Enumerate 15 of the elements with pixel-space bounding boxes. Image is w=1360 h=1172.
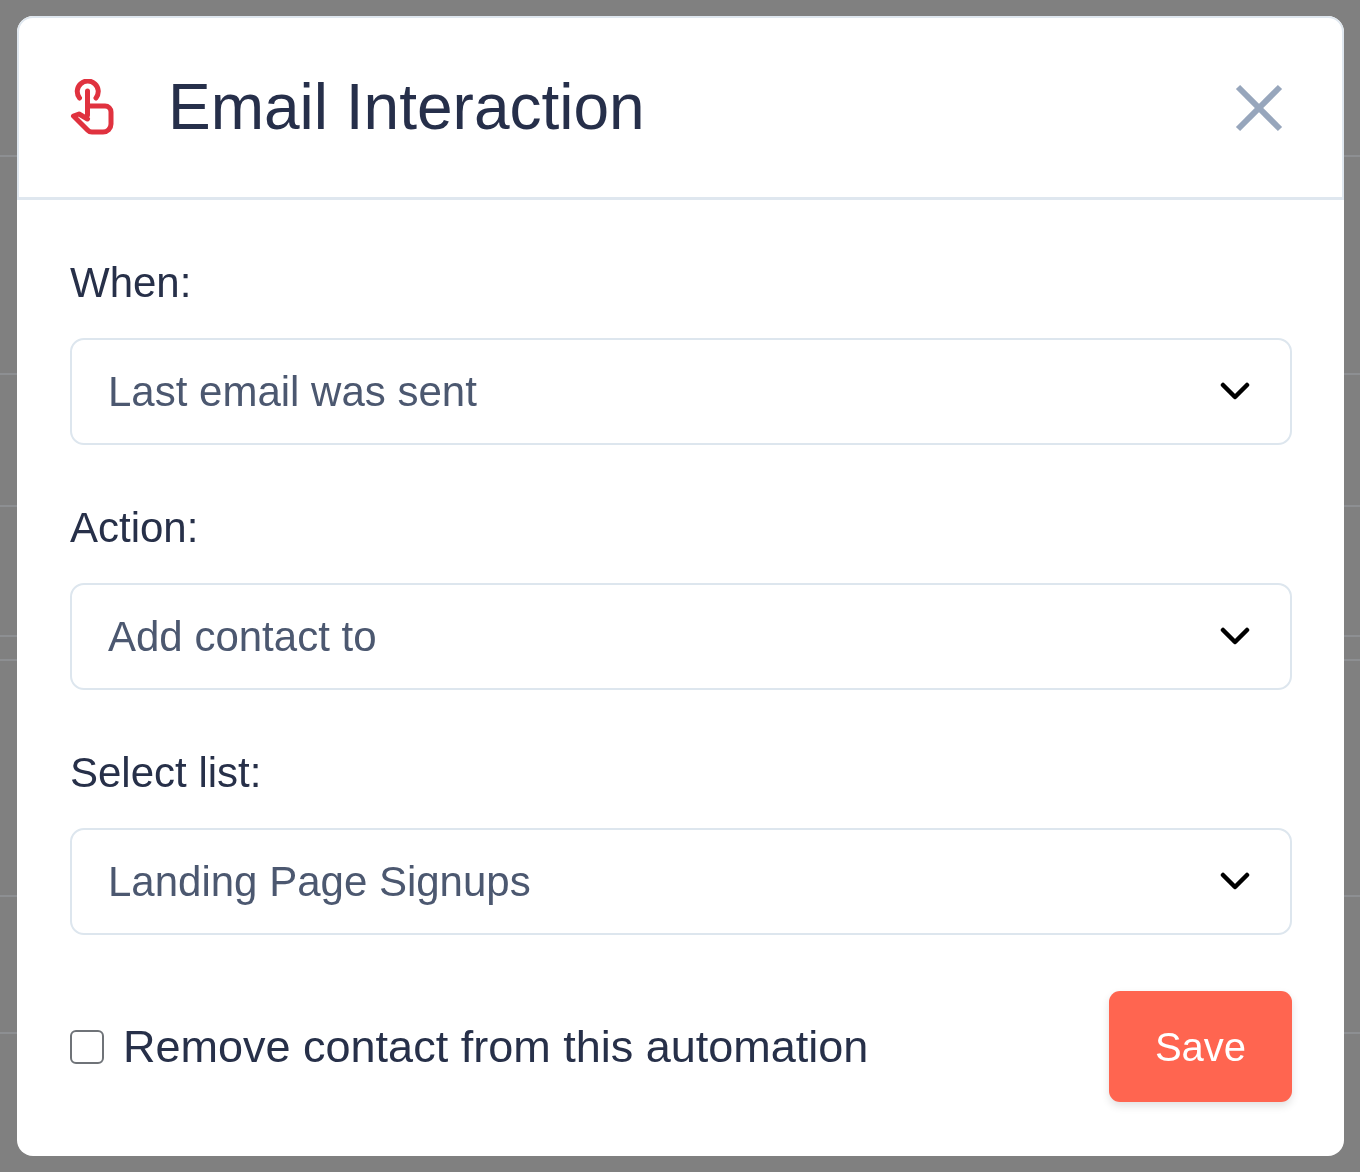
chevron-down-icon [1220, 627, 1250, 646]
checkbox[interactable] [70, 1029, 104, 1064]
select-field[interactable]: Add contact to [70, 583, 1292, 690]
select-field[interactable]: Landing Page Signups [70, 828, 1292, 935]
close-button[interactable] [1235, 83, 1283, 132]
field-label: Select list: [70, 748, 263, 798]
hand-pointer-icon [70, 79, 116, 136]
checkbox-label[interactable]: Remove contact from this automation [123, 1021, 869, 1072]
chevron-down-icon [1220, 872, 1250, 891]
close-icon [1235, 83, 1283, 132]
chevron-down-icon [1220, 382, 1250, 401]
field-label: Action: [70, 503, 200, 553]
select-field[interactable]: Last email was sent [70, 338, 1292, 445]
modal-title: Email Interaction [168, 72, 645, 143]
field-label: When: [70, 258, 193, 308]
